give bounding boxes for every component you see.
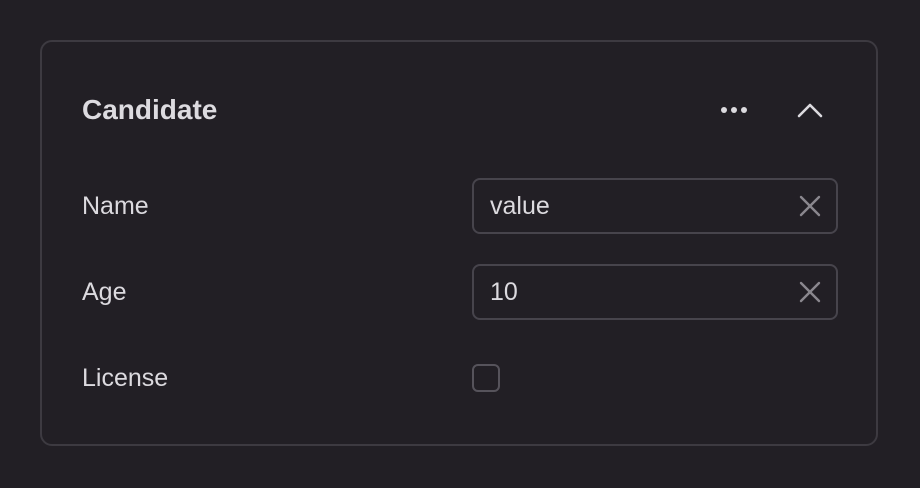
chevron-up-icon bbox=[797, 103, 823, 118]
name-input[interactable] bbox=[490, 180, 780, 232]
more-options-button[interactable] bbox=[714, 90, 754, 130]
name-clear-button[interactable] bbox=[792, 188, 828, 224]
age-label: Age bbox=[82, 278, 127, 306]
age-input[interactable] bbox=[490, 266, 780, 318]
panel-title: Candidate bbox=[82, 94, 218, 125]
license-checkbox[interactable] bbox=[472, 364, 500, 392]
candidate-panel: Candidate Name Age Lice bbox=[40, 40, 878, 446]
more-horizontal-icon bbox=[721, 107, 747, 113]
name-field[interactable] bbox=[472, 178, 838, 234]
close-icon bbox=[799, 195, 821, 217]
age-clear-button[interactable] bbox=[792, 274, 828, 310]
license-label: License bbox=[82, 364, 169, 392]
collapse-button[interactable] bbox=[790, 90, 830, 130]
close-icon bbox=[799, 281, 821, 303]
age-field[interactable] bbox=[472, 264, 838, 320]
name-label: Name bbox=[82, 192, 149, 220]
